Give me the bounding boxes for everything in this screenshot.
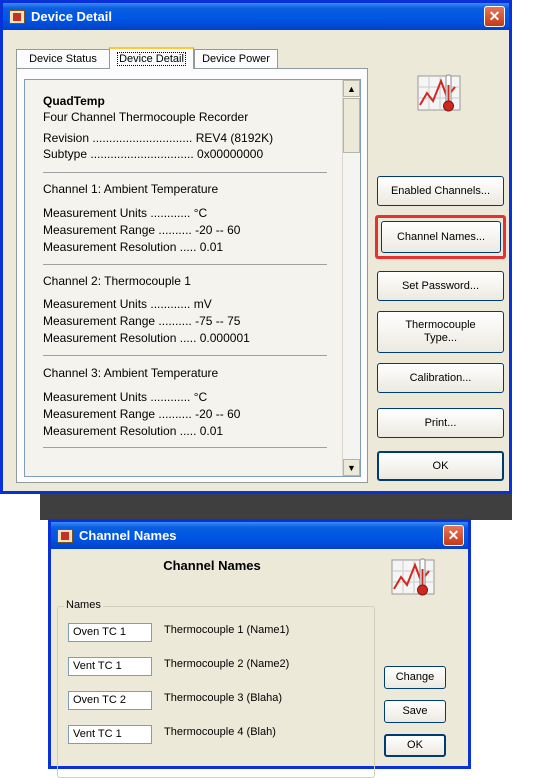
tab-device-status[interactable]: Device Status bbox=[16, 49, 110, 68]
window-shadow bbox=[40, 494, 512, 520]
divider bbox=[43, 447, 327, 448]
channel-names-button[interactable]: Channel Names... bbox=[381, 221, 501, 253]
window-title: Device Detail bbox=[31, 9, 112, 24]
divider bbox=[43, 172, 327, 173]
channel-1-label: Thermocouple 1 (Name1) bbox=[164, 624, 290, 636]
tab-panel: QuadTemp Four Channel Thermocouple Recor… bbox=[16, 68, 368, 483]
vertical-scrollbar[interactable]: ▲ ▼ bbox=[342, 80, 360, 476]
divider bbox=[43, 355, 327, 356]
enabled-channels-button[interactable]: Enabled Channels... bbox=[377, 176, 504, 206]
tab-device-detail[interactable]: Device Detail bbox=[109, 47, 194, 69]
channel-3-units: Measurement Units ............ °C bbox=[43, 390, 208, 404]
thermocouple-type-button[interactable]: Thermocouple Type... bbox=[377, 311, 504, 353]
device-detail-window: Device Detail ✕ Device Status Device Det… bbox=[0, 0, 512, 494]
channel-names-window: Channel Names ✕ Channel Names Names Oven… bbox=[48, 519, 471, 778]
dialog-heading: Channel Names bbox=[163, 558, 261, 573]
channel-1-resolution: Measurement Resolution ..... 0.01 bbox=[43, 240, 224, 254]
thermometer-chart-icon bbox=[391, 558, 435, 596]
tab-device-power-label: Device Power bbox=[202, 53, 270, 65]
close-icon[interactable]: ✕ bbox=[443, 525, 464, 546]
app-icon bbox=[57, 528, 73, 543]
tab-device-status-label: Device Status bbox=[29, 53, 97, 65]
scroll-up-icon[interactable]: ▲ bbox=[343, 80, 360, 97]
window-title: Channel Names bbox=[79, 528, 177, 543]
device-description: Four Channel Thermocouple Recorder bbox=[43, 110, 249, 124]
channel-4-label: Thermocouple 4 (Blah) bbox=[164, 726, 276, 738]
print-button[interactable]: Print... bbox=[377, 408, 504, 438]
channel-1-header: Channel 1: Ambient Temperature bbox=[43, 182, 219, 196]
change-button[interactable]: Change bbox=[384, 666, 446, 689]
calibration-button[interactable]: Calibration... bbox=[377, 363, 504, 393]
device-detail-titlebar[interactable]: Device Detail ✕ bbox=[3, 3, 509, 30]
channel-2-name-input[interactable]: Vent TC 1 bbox=[68, 657, 152, 676]
channel-2-label: Thermocouple 2 (Name2) bbox=[164, 658, 290, 670]
channel-2-range: Measurement Range .......... -75 -- 75 bbox=[43, 314, 241, 328]
channel-2-header: Channel 2: Thermocouple 1 bbox=[43, 274, 191, 288]
detail-text-area[interactable]: QuadTemp Four Channel Thermocouple Recor… bbox=[24, 79, 361, 477]
scroll-thumb[interactable] bbox=[343, 98, 360, 153]
channel-3-label: Thermocouple 3 (Blaha) bbox=[164, 692, 283, 704]
channel-1-name-input[interactable]: Oven TC 1 bbox=[68, 623, 152, 642]
channel-2-resolution: Measurement Resolution ..... 0.000001 bbox=[43, 331, 250, 345]
app-icon bbox=[9, 9, 25, 24]
channel-1-units: Measurement Units ............ °C bbox=[43, 206, 208, 220]
save-button[interactable]: Save bbox=[384, 700, 446, 723]
scroll-down-icon[interactable]: ▼ bbox=[343, 459, 360, 476]
channel-3-resolution: Measurement Resolution ..... 0.01 bbox=[43, 424, 224, 438]
ok-button[interactable]: OK bbox=[377, 451, 504, 481]
channel-names-titlebar[interactable]: Channel Names ✕ bbox=[51, 522, 468, 549]
divider bbox=[43, 264, 327, 265]
close-icon[interactable]: ✕ bbox=[484, 6, 505, 27]
tab-device-detail-label: Device Detail bbox=[117, 52, 186, 66]
ok-button[interactable]: OK bbox=[384, 734, 446, 757]
channel-3-header: Channel 3: Ambient Temperature bbox=[43, 366, 219, 380]
channel-1-range: Measurement Range .......... -20 -- 60 bbox=[43, 223, 241, 237]
set-password-button[interactable]: Set Password... bbox=[377, 271, 504, 301]
channel-3-range: Measurement Range .......... -20 -- 60 bbox=[43, 407, 241, 421]
thermometer-chart-icon bbox=[417, 74, 461, 112]
subtype-row: Subtype ............................... … bbox=[43, 147, 264, 161]
groupbox-label: Names bbox=[64, 599, 103, 611]
tab-device-power[interactable]: Device Power bbox=[194, 49, 278, 68]
channel-4-name-input[interactable]: Vent TC 1 bbox=[68, 725, 152, 744]
device-name: QuadTemp bbox=[43, 94, 105, 108]
channel-2-units: Measurement Units ............ mV bbox=[43, 297, 212, 311]
revision-row: Revision .............................. … bbox=[43, 131, 274, 145]
channel-3-name-input[interactable]: Oven TC 2 bbox=[68, 691, 152, 710]
